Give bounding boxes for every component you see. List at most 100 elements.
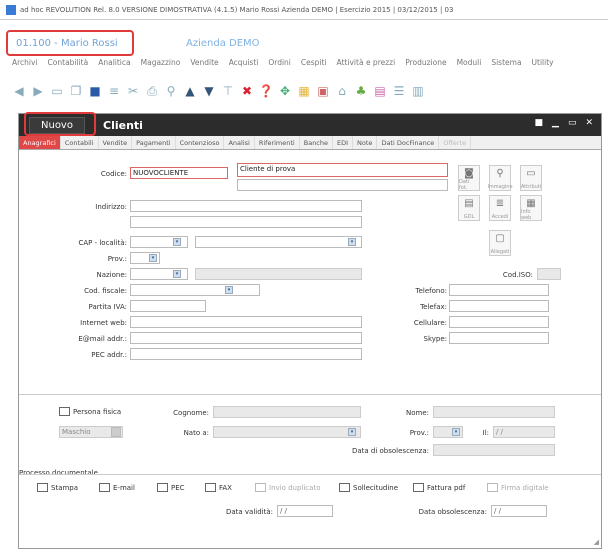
copy-icon[interactable]: ❐ (69, 84, 83, 98)
pec-input[interactable] (130, 348, 362, 360)
tab-edi[interactable]: EDI (333, 136, 354, 149)
menu-sistema[interactable]: Sistema (491, 58, 521, 72)
codice-input[interactable]: NUOVOCLIENTE (130, 167, 228, 179)
indirizzo-input[interactable] (130, 200, 362, 212)
filter-icon[interactable]: ⊤ (221, 84, 235, 98)
close-icon[interactable]: ✕ (585, 118, 593, 128)
data-obsolescenza-label: Data di obsolescenza: (351, 447, 429, 455)
menu-contabilita[interactable]: Contabilità (48, 58, 89, 72)
prov-lookup-icon[interactable]: ▾ (149, 254, 157, 262)
next-record-icon[interactable]: ▼ (202, 84, 216, 98)
tab-anagrafici[interactable]: Anagrafici (19, 136, 61, 149)
menu-vendite[interactable]: Vendite (190, 58, 218, 72)
maximize-icon[interactable]: ▭ (568, 118, 577, 128)
skype-label: Skype: (423, 335, 448, 343)
menu-moduli[interactable]: Moduli (457, 58, 482, 72)
pec-checkbox[interactable]: PEC (157, 483, 185, 492)
menu-archivi[interactable]: Archivi (12, 58, 38, 72)
data-obs-input[interactable]: / / (491, 505, 547, 517)
new-icon[interactable]: ▭ (50, 84, 64, 98)
cognome-label: Cognome: (173, 409, 209, 417)
grid-icon[interactable]: ▥ (411, 84, 425, 98)
descrizione-input[interactable]: Cliente di prova (237, 163, 448, 177)
company-label[interactable]: Azienda DEMO (186, 38, 260, 49)
prev-record-icon[interactable]: ▲ (183, 84, 197, 98)
menu-produzione[interactable]: Produzione (405, 58, 446, 72)
indirizzo2-input[interactable] (130, 216, 362, 228)
zoom-icon[interactable]: ⚲ (164, 84, 178, 98)
allegati-button[interactable]: ▢ Allegati (489, 230, 511, 256)
cut-icon[interactable]: ✂ (126, 84, 140, 98)
home-icon[interactable]: ⌂ (335, 84, 349, 98)
menu-magazzino[interactable]: Magazzino (141, 58, 181, 72)
back-icon[interactable]: ◀ (12, 84, 26, 98)
dati-fot-button[interactable]: ◙ Dati fot. (458, 165, 480, 191)
help-icon[interactable]: ❓ (259, 84, 274, 98)
menu-bar: Archivi Contabilità Analitica Magazzino … (0, 58, 608, 72)
prov-input[interactable]: ▾ (130, 252, 160, 264)
window-title: ad hoc REVOLUTION Rel. 8.0 VERSIONE DIMO… (20, 5, 454, 14)
report-icon[interactable]: ▤ (373, 84, 387, 98)
descrizione2-input[interactable] (237, 179, 448, 191)
data-validita-input[interactable]: / / (277, 505, 333, 517)
menu-analitica[interactable]: Analitica (98, 58, 130, 72)
immagine-button[interactable]: ⚲ Immagine (487, 165, 513, 191)
cap-input[interactable]: ▾ (130, 236, 188, 248)
telefono-input[interactable] (449, 284, 549, 296)
skype-input[interactable] (449, 332, 549, 344)
tab-docfinance[interactable]: Dati DocFinance (377, 136, 440, 149)
tab-banche[interactable]: Banche (300, 136, 334, 149)
fattura-pdf-checkbox[interactable]: Fattura pdf (413, 483, 465, 492)
user-label[interactable]: 01.100 - Mario Rossi (16, 38, 118, 49)
tab-offerte[interactable]: Offerte (439, 136, 472, 149)
tab-note[interactable]: Note (353, 136, 378, 149)
minimize-icon[interactable]: ▁ (552, 118, 559, 128)
list-icon[interactable]: ≡ (107, 84, 121, 98)
scale-icon[interactable]: ♣ (354, 84, 368, 98)
gdl-button[interactable]: ▤ GDL (458, 195, 480, 221)
persona-fisica-checkbox[interactable]: Persona fisica (59, 407, 121, 416)
piva-input[interactable] (130, 300, 206, 312)
tab-pagamenti[interactable]: Pagamenti (132, 136, 176, 149)
tab-vendite[interactable]: Vendite (99, 136, 133, 149)
highlight-icon[interactable]: ▦ (297, 84, 311, 98)
tab-contenzioso[interactable]: Contenzioso (176, 136, 225, 149)
nazione-lookup-icon[interactable]: ▾ (173, 270, 181, 278)
delete-icon[interactable]: ✖ (240, 84, 254, 98)
sollecitudine-checkbox[interactable]: Sollecitudine (339, 483, 398, 492)
list2-icon[interactable]: ☰ (392, 84, 406, 98)
tab-riferimenti[interactable]: Riferimenti (255, 136, 300, 149)
email-input[interactable] (130, 332, 362, 344)
internet-input[interactable] (130, 316, 362, 328)
codfisc-input[interactable]: ▾ (130, 284, 260, 296)
save-icon[interactable]: ■ (88, 84, 102, 98)
fax-checkbox[interactable]: FAX (205, 483, 232, 492)
forward-icon[interactable]: ▶ (31, 84, 45, 98)
menu-acquisti[interactable]: Acquisti (229, 58, 259, 72)
cellulare-input[interactable] (449, 316, 549, 328)
pin-icon[interactable]: ■ (535, 118, 544, 128)
stampa-checkbox[interactable]: Stampa (37, 483, 78, 492)
telefax-input[interactable] (449, 300, 549, 312)
nazione-label: Nazione: (96, 271, 127, 279)
pick-icon[interactable]: ✥ (278, 84, 292, 98)
il-date-input: / / (493, 426, 555, 438)
menu-attivita[interactable]: Attività e prezzi (337, 58, 396, 72)
print-icon[interactable]: ⎙ (145, 84, 159, 98)
menu-utility[interactable]: Utility (532, 58, 554, 72)
attributi-button[interactable]: ▭ Attributi (520, 165, 542, 191)
cap-lookup-icon[interactable]: ▾ (173, 238, 181, 246)
resize-grip-icon[interactable]: ◢ (594, 538, 599, 546)
info-web-button[interactable]: ▦ Info web (520, 195, 542, 221)
menu-cespiti[interactable]: Cespiti (301, 58, 327, 72)
nazione-input[interactable]: ▾ (130, 268, 188, 280)
codfisc-check-icon[interactable]: ▾ (225, 286, 233, 294)
tools-icon[interactable]: ▣ (316, 84, 330, 98)
tab-contabili[interactable]: Contabili (61, 136, 99, 149)
localita-input[interactable]: ▾ (195, 236, 362, 248)
email-checkbox[interactable]: E-mail (99, 483, 135, 492)
menu-ordini[interactable]: Ordini (268, 58, 291, 72)
accedi-button[interactable]: ≣ Accedi (489, 195, 511, 221)
localita-lookup-icon[interactable]: ▾ (348, 238, 356, 246)
tab-analisi[interactable]: Analisi (224, 136, 255, 149)
